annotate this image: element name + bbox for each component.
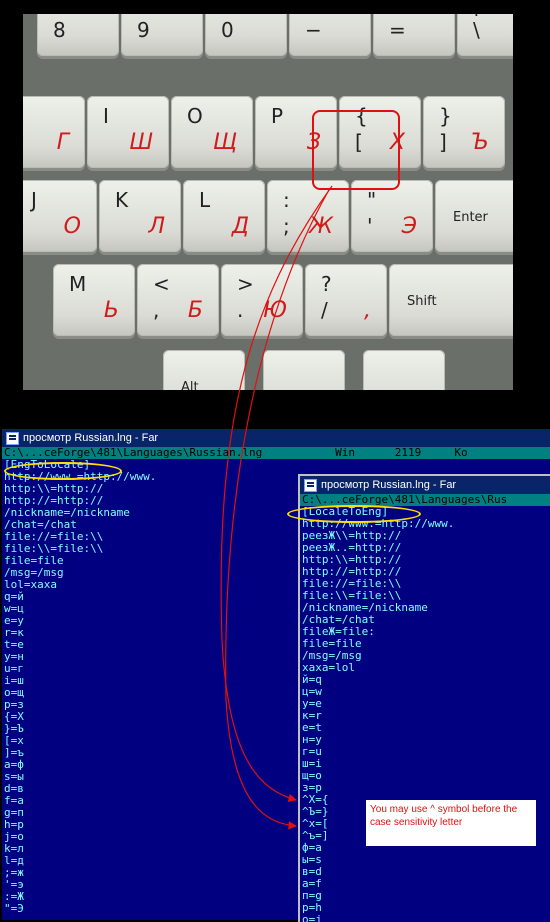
arrow-to-square-lines <box>225 187 331 830</box>
annotation-note: You may use ^ symbol before the case sen… <box>366 800 536 846</box>
arrow-to-curly-lines <box>220 185 333 803</box>
annotation-arrows <box>220 185 333 830</box>
